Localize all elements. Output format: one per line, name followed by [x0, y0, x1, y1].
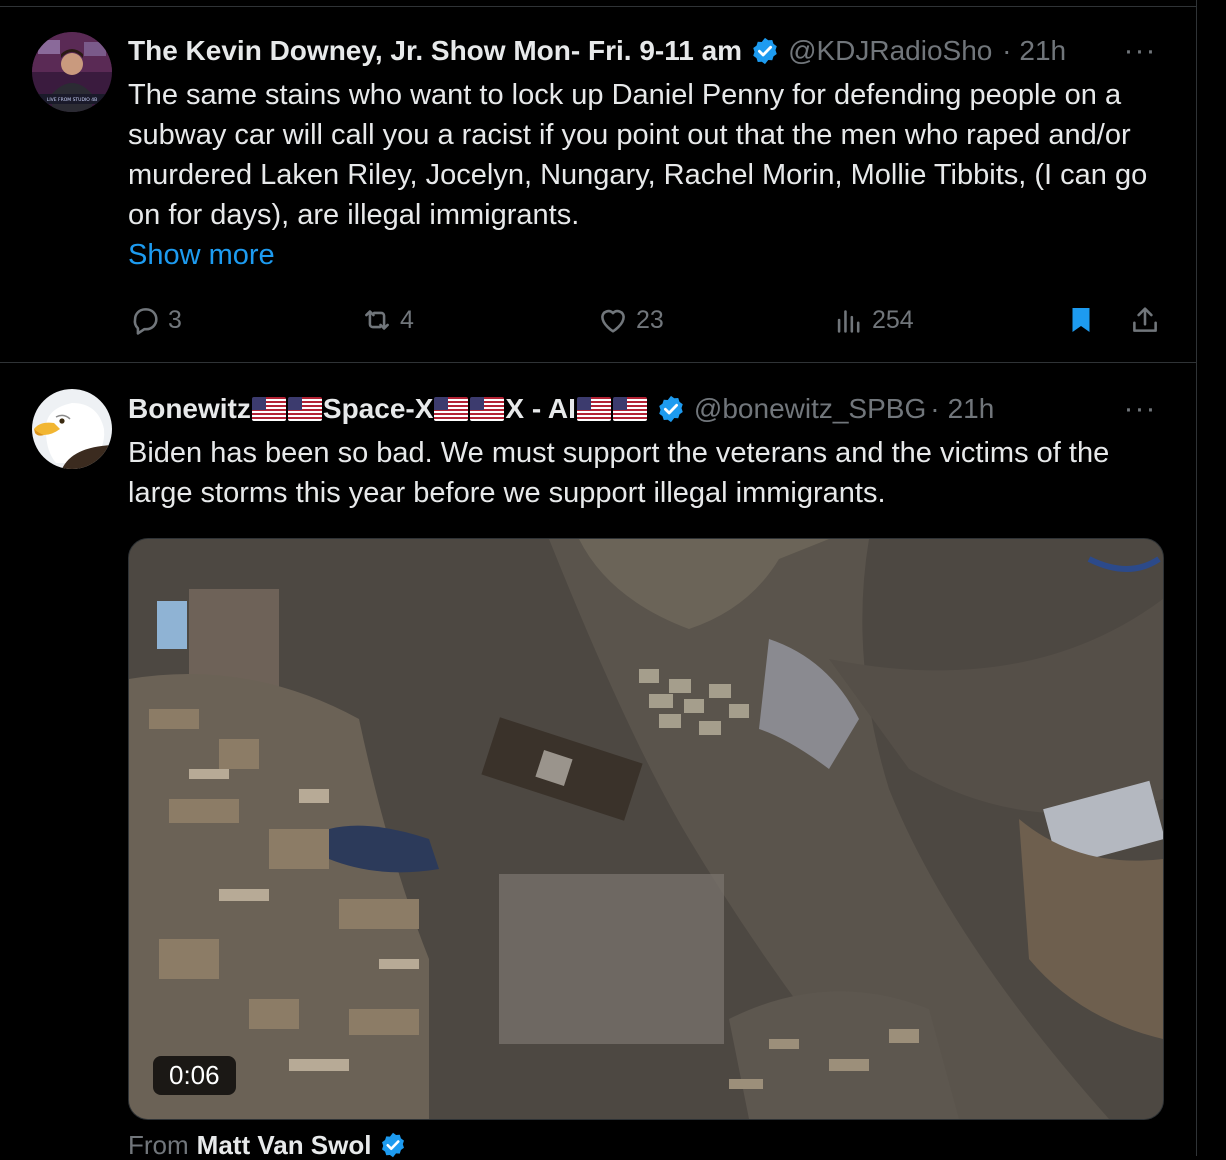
reply-button[interactable]: 3 [128, 300, 182, 340]
repost-count: 4 [400, 305, 414, 334]
view-count: 254 [872, 305, 914, 334]
timestamp[interactable]: 21h [1019, 33, 1066, 69]
author-name-part[interactable]: Space-X [323, 391, 434, 427]
show-more-link[interactable]: Show more [128, 235, 275, 275]
tweet-header: Bonewitz Space-X X - AI @bonewitz_SPBG ·… [128, 391, 994, 427]
tweet-text: The same stains who want to lock up Dani… [128, 79, 1148, 231]
repost-button[interactable]: 4 [360, 300, 414, 340]
author-handle[interactable]: @KDJRadioSho [788, 33, 998, 69]
verified-badge-icon[interactable] [656, 394, 686, 424]
bookmark-button[interactable] [1064, 300, 1104, 340]
views-icon [837, 310, 860, 333]
tweet[interactable]: Bonewitz Space-X X - AI @bonewitz_SPBG ·… [0, 363, 1196, 1160]
video-player[interactable]: 0:06 [128, 538, 1164, 1120]
tweet-actions: 3 4 23 254 [128, 300, 1168, 340]
timeline: LIVE FROM STUDIO 4B The Kevin Downey, Jr… [0, 0, 1197, 1160]
video-duration: 0:06 [153, 1056, 236, 1095]
avatar-caption: LIVE FROM STUDIO 4B [47, 97, 97, 103]
reply-count: 3 [168, 305, 182, 334]
like-button[interactable]: 23 [596, 300, 664, 340]
separator: · [1002, 35, 1012, 66]
more-options-icon[interactable]: ··· [1120, 391, 1160, 427]
share-button[interactable] [1128, 300, 1168, 340]
eagle-avatar-image [32, 389, 112, 469]
us-flag-icon [612, 397, 647, 421]
us-flag-icon [470, 397, 505, 421]
separator: · [930, 393, 940, 424]
like-count: 23 [636, 305, 664, 334]
avatar-image: LIVE FROM STUDIO 4B [32, 32, 112, 112]
verified-badge-icon [382, 1132, 405, 1158]
repost-icon [365, 310, 389, 330]
views-button[interactable]: 254 [832, 300, 914, 340]
reply-icon [133, 308, 158, 335]
author-handle[interactable]: @bonewitz_SPBG [694, 391, 926, 427]
author-name-part[interactable]: X - AI [505, 391, 576, 427]
author-avatar[interactable] [32, 389, 112, 469]
tweet[interactable]: LIVE FROM STUDIO 4B The Kevin Downey, Jr… [0, 7, 1196, 363]
author-name[interactable]: The Kevin Downey, Jr. Show Mon- Fri. 9-1… [128, 33, 742, 69]
us-flag-icon [251, 397, 286, 421]
share-icon [1133, 307, 1157, 332]
verified-badge-icon[interactable] [750, 36, 780, 66]
timestamp[interactable]: 21h [948, 391, 995, 427]
tweet-text: Biden has been so bad. We must support t… [128, 437, 1110, 509]
like-icon [601, 309, 625, 333]
tweet-header: The Kevin Downey, Jr. Show Mon- Fri. 9-1… [128, 33, 1066, 69]
author-name-part[interactable]: Bonewitz [128, 391, 251, 427]
us-flag-icon [576, 397, 611, 421]
author-avatar[interactable]: LIVE FROM STUDIO 4B [32, 32, 112, 112]
us-flag-icon [434, 397, 469, 421]
bookmark-icon [1072, 307, 1090, 333]
video-thumbnail-aerial-debris [129, 539, 1163, 1119]
us-flag-icon [287, 397, 322, 421]
more-options-icon[interactable]: ··· [1120, 33, 1160, 69]
